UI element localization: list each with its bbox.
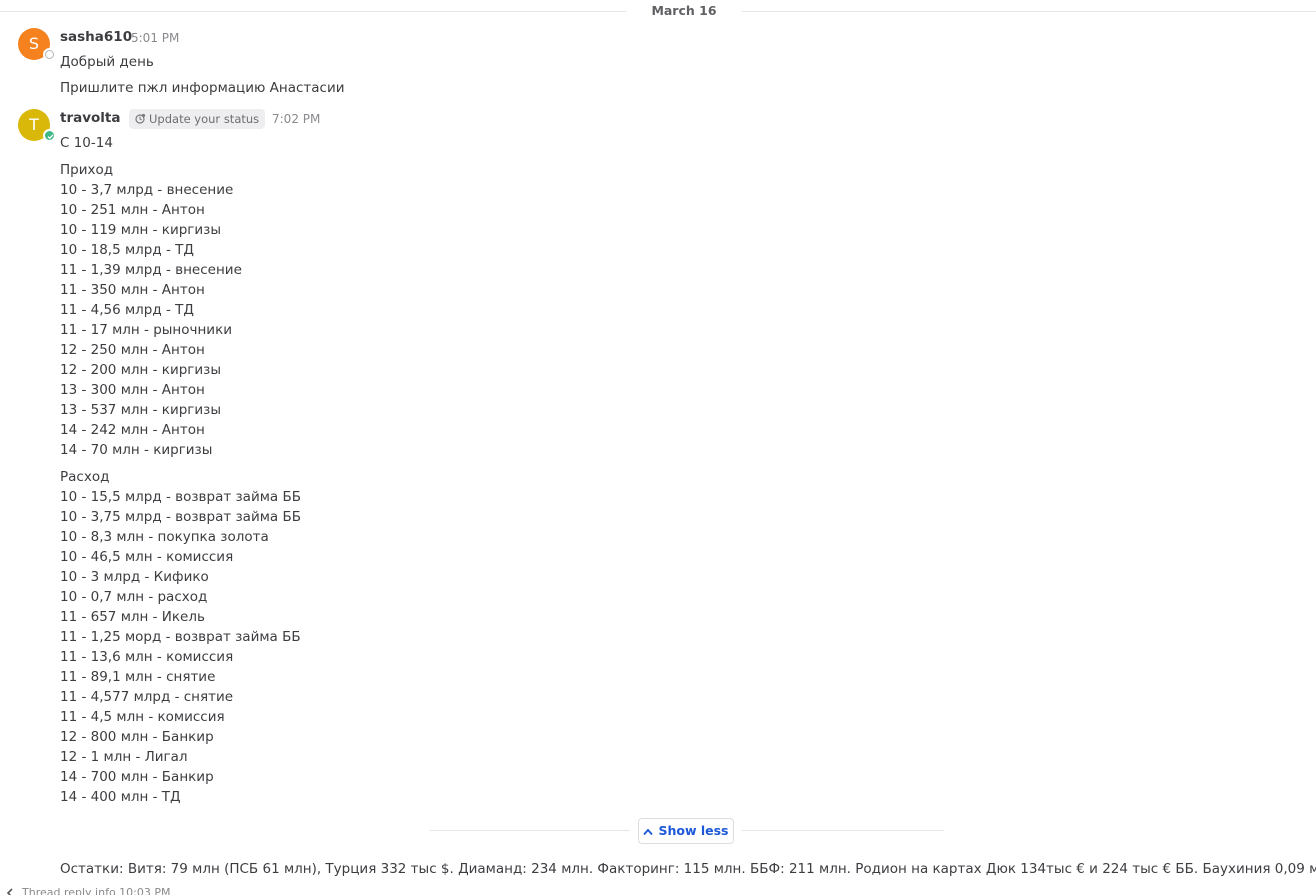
offline-status-icon [43, 48, 56, 61]
expense-item: 10 - 46,5 млн - комиссия [60, 549, 234, 565]
date-separator: March 16 [0, 0, 1316, 22]
expense-item: 12 - 800 млн - Банкир [60, 729, 214, 745]
expense-item: 11 - 657 млн - Икель [60, 609, 205, 625]
income-item: 13 - 537 млн - киргизы [60, 402, 221, 418]
message-author[interactable]: travolta [60, 110, 121, 126]
message-text: Остатки: Витя: 79 млн (ПСБ 61 млн), Турц… [60, 861, 1316, 877]
expense-item: 12 - 1 млн - Лигал [60, 749, 188, 765]
online-status-icon [43, 129, 56, 142]
expense-item: 10 - 3,75 млрд - возврат займа ББ [60, 509, 301, 525]
income-item: 13 - 300 млн - Антон [60, 382, 205, 398]
reply-arrow-icon [6, 888, 13, 895]
avatar[interactable]: S [18, 28, 56, 61]
date-separator-line [0, 11, 626, 12]
thread-reply-label: Thread reply info 10:03 PM [22, 886, 171, 895]
income-item: 11 - 17 млн - рыночники [60, 322, 233, 338]
show-less-divider [430, 830, 630, 831]
status-chip-label: Update your status [149, 112, 260, 126]
thread-reply-info[interactable]: Thread reply info 10:03 PM [6, 886, 171, 895]
income-item: 14 - 70 млн - киргизы [60, 442, 213, 458]
income-item: 10 - 119 млн - киргизы [60, 222, 221, 238]
expense-item: 10 - 15,5 млрд - возврат займа ББ [60, 489, 301, 505]
message-text: Пришлите пжл информацию Анастасии [60, 80, 345, 96]
date-separator-label: March 16 [651, 3, 717, 18]
expense-item: 11 - 89,1 млн - снятие [60, 669, 216, 685]
show-less-label: Show less [658, 823, 729, 838]
income-item: 12 - 250 млн - Антон [60, 342, 205, 358]
avatar-letter: T [29, 115, 39, 134]
message-time[interactable]: 7:02 PM [272, 112, 320, 126]
update-status-button[interactable]: Update your status [129, 109, 266, 129]
expense-item: 11 - 13,6 млн - комиссия [60, 649, 234, 665]
avatar[interactable]: T [18, 109, 56, 142]
income-title: Приход [60, 162, 114, 178]
message-time[interactable]: 5:01 PM [131, 31, 179, 45]
show-less-row: Show less [430, 817, 944, 844]
message-text: С 10-14 [60, 135, 113, 151]
show-less-button[interactable]: Show less [638, 818, 734, 844]
expense-item: 10 - 0,7 млн - расход [60, 589, 208, 605]
income-item: 10 - 3,7 млрд - внесение [60, 182, 234, 198]
expense-item: 10 - 8,3 млн - покупка золота [60, 529, 269, 545]
income-item: 12 - 200 млн - киргизы [60, 362, 221, 378]
chat-channel-view: March 16 S sasha610 5:01 PM Добрый день … [0, 0, 1316, 895]
income-item: 11 - 350 млн - Антон [60, 282, 205, 298]
expense-item: 10 - 3 млрд - Кифико [60, 569, 209, 585]
income-item: 11 - 4,56 млрд - ТД [60, 302, 194, 318]
income-item: 10 - 251 млн - Антон [60, 202, 205, 218]
expense-item: 11 - 4,577 млрд - снятие [60, 689, 234, 705]
chevron-up-icon [643, 828, 654, 836]
income-item: 11 - 1,39 млрд - внесение [60, 262, 242, 278]
message-text: Добрый день [60, 54, 154, 70]
expense-item: 14 - 400 млн - ТД [60, 789, 181, 805]
avatar-letter: S [28, 34, 40, 53]
income-item: 10 - 18,5 млрд - ТД [60, 242, 194, 258]
message-author[interactable]: sasha610 [60, 29, 132, 45]
expense-item: 11 - 4,5 млн - комиссия [60, 709, 225, 725]
status-refresh-icon [135, 113, 146, 124]
expense-item: 11 - 1,25 морд - возврат займа ББ [60, 629, 301, 645]
show-less-divider [742, 830, 944, 831]
expense-item: 14 - 700 млн - Банкир [60, 769, 214, 785]
date-separator-line [742, 11, 1316, 12]
income-item: 14 - 242 млн - Антон [60, 422, 205, 438]
expense-title: Расход [60, 469, 110, 485]
